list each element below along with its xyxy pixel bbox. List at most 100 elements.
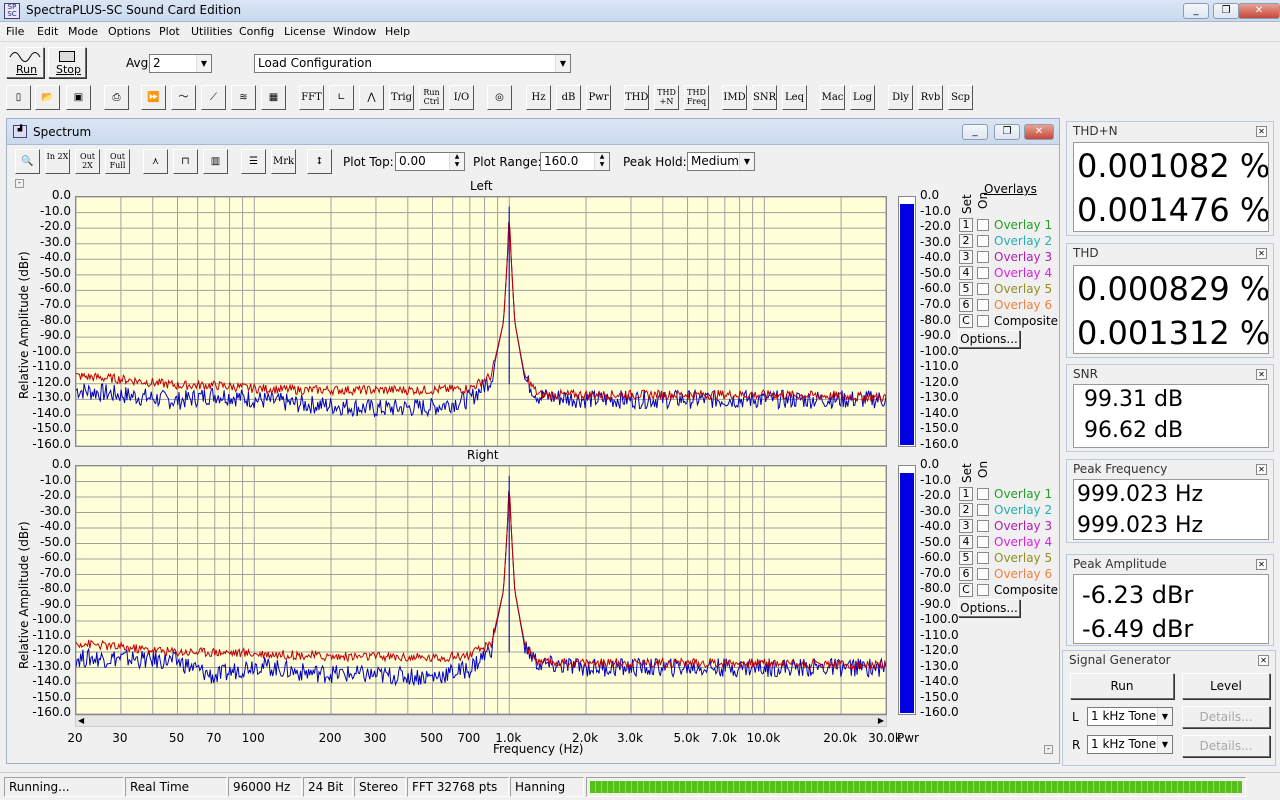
new-file-button[interactable]: ▯: [6, 85, 31, 110]
vertical-range-button[interactable]: ⭥: [307, 149, 332, 174]
overlay-checkbox[interactable]: [977, 299, 989, 311]
generator-button[interactable]: ◎: [487, 85, 512, 110]
overlay-checkbox[interactable]: [977, 315, 989, 327]
leq-button[interactable]: Leq: [782, 85, 807, 110]
overlay-checkbox[interactable]: [977, 568, 989, 580]
menu-utilities[interactable]: Utilities: [191, 25, 232, 38]
dly-button[interactable]: Dly: [888, 85, 913, 110]
close-icon[interactable]: ✕: [1258, 655, 1269, 666]
peak-hold-select[interactable]: Medium ▼: [687, 152, 755, 171]
left-tone-select[interactable]: 1 kHz Tone ▼: [1087, 707, 1173, 726]
overlay-checkbox[interactable]: [977, 520, 989, 532]
overlay-checkbox[interactable]: [977, 251, 989, 263]
overlay-checkbox[interactable]: [977, 552, 989, 564]
close-icon[interactable]: ✕: [1256, 126, 1267, 137]
ramp-button[interactable]: ⟋: [201, 85, 226, 110]
overlay-checkbox[interactable]: [977, 235, 989, 247]
menu-license[interactable]: License: [284, 25, 325, 38]
left-spectrum-chart[interactable]: [75, 196, 887, 447]
zoom-out-full-button[interactable]: Out Full: [105, 149, 130, 174]
run-ctrl-button[interactable]: Run Ctrl: [419, 85, 444, 110]
phase-plot-button[interactable]: ∟: [329, 85, 354, 110]
right-details-button[interactable]: Details...: [1182, 735, 1270, 757]
minimize-button[interactable]: _: [1183, 3, 1209, 19]
menu-plot[interactable]: Plot: [159, 25, 180, 38]
horizontal-scrollbar[interactable]: ◀ ▶: [75, 715, 887, 727]
overlay-checkbox[interactable]: [977, 219, 989, 231]
menu-mode[interactable]: Mode: [68, 25, 98, 38]
log-button[interactable]: Log: [850, 85, 875, 110]
wave-edit-button[interactable]: 〜: [171, 85, 196, 110]
close-icon[interactable]: ✕: [1256, 369, 1267, 380]
print-button[interactable]: ⎙: [104, 85, 129, 110]
menu-edit[interactable]: Edit: [37, 25, 58, 38]
close-button[interactable]: ✕: [1238, 3, 1280, 19]
scroll-left-icon[interactable]: ◀: [78, 716, 84, 725]
zoom-button[interactable]: 🔍: [15, 149, 40, 174]
overlay-checkbox[interactable]: [977, 584, 989, 596]
plot-range-input[interactable]: 160.0 ▲ ▼: [540, 152, 610, 171]
zoom-in-2x-button[interactable]: In 2X: [45, 149, 70, 174]
db-button[interactable]: dB: [556, 85, 581, 110]
close-icon[interactable]: ✕: [1256, 464, 1267, 475]
fft-button[interactable]: FFT: [299, 85, 324, 110]
step-plot-button[interactable]: ⊓: [173, 149, 198, 174]
close-icon[interactable]: ✕: [1256, 559, 1267, 570]
snr-button[interactable]: SNR: [752, 85, 777, 110]
close-icon[interactable]: ✕: [1256, 248, 1267, 259]
overlay-checkbox[interactable]: [977, 536, 989, 548]
scroll-right-icon[interactable]: ▶: [878, 716, 884, 725]
plot-top-input[interactable]: 0.00 ▲ ▼: [395, 152, 465, 171]
menu-help[interactable]: Help: [385, 25, 410, 38]
right-plot-area[interactable]: [75, 465, 887, 715]
imd-button[interactable]: IMD: [722, 85, 747, 110]
menu-file[interactable]: File: [6, 25, 24, 38]
right-spectrum-chart[interactable]: [75, 465, 887, 715]
thd-n-button[interactable]: THD +N: [654, 85, 679, 110]
list-view-button[interactable]: ☰: [241, 149, 266, 174]
bar-plot-button[interactable]: ▥: [203, 149, 228, 174]
surface-3d-button[interactable]: ▦: [261, 85, 286, 110]
rvb-button[interactable]: Rvb: [918, 85, 943, 110]
left-details-button[interactable]: Details...: [1182, 706, 1270, 728]
overlay-checkbox[interactable]: [977, 267, 989, 279]
io-button[interactable]: I/O: [449, 85, 474, 110]
generator-level-button[interactable]: Level: [1182, 673, 1270, 699]
app-icon[interactable]: SP SC: [4, 3, 20, 19]
collapse-toggle-bottom[interactable]: -: [1044, 745, 1053, 754]
scp-button[interactable]: Scp: [948, 85, 973, 110]
zoom-out-2x-button[interactable]: Out 2X: [75, 149, 100, 174]
spectrum-close-button[interactable]: ✕: [1024, 124, 1054, 140]
waterfall-button[interactable]: ≋: [231, 85, 256, 110]
trig-button[interactable]: Trig: [389, 85, 414, 110]
zoom-magnifier-icon: 🔍: [21, 156, 34, 167]
spectrum-minimize-button[interactable]: _: [962, 124, 988, 140]
right-tone-select[interactable]: 1 kHz Tone ▼: [1087, 735, 1173, 754]
menu-window[interactable]: Window: [333, 25, 376, 38]
menu-config[interactable]: Config: [239, 25, 274, 38]
left-plot-area[interactable]: [75, 196, 887, 447]
config-select[interactable]: Load Configuration ▼: [254, 54, 571, 73]
generator-run-button[interactable]: Run: [1070, 673, 1174, 699]
mac-button[interactable]: Mac: [820, 85, 845, 110]
line-plot-button[interactable]: ⋏: [143, 149, 168, 174]
overlay-checkbox[interactable]: [977, 283, 989, 295]
menu-options[interactable]: Options: [108, 25, 150, 38]
peak-button[interactable]: ⋀: [359, 85, 384, 110]
hz-button[interactable]: Hz: [526, 85, 551, 110]
run-button[interactable]: Run: [6, 47, 44, 78]
overlay-checkbox[interactable]: [977, 504, 989, 516]
marker-button[interactable]: Mrk: [271, 149, 296, 174]
save-button[interactable]: ▣: [66, 85, 91, 110]
overlay-checkbox[interactable]: [977, 488, 989, 500]
collapse-toggle[interactable]: -: [15, 179, 24, 188]
pwr-button[interactable]: Pwr: [586, 85, 611, 110]
avg-select[interactable]: 2 ▼: [149, 54, 212, 73]
thd-button[interactable]: THD: [624, 85, 649, 110]
restore-button[interactable]: ❐: [1213, 3, 1239, 19]
spectrum-restore-button[interactable]: ❐: [994, 124, 1020, 140]
thd-freq-button[interactable]: THD Freq: [684, 85, 709, 110]
fast-forward-button[interactable]: ⏩: [141, 85, 166, 110]
open-button[interactable]: 📂: [35, 85, 60, 110]
stop-button[interactable]: Stop: [48, 47, 86, 78]
